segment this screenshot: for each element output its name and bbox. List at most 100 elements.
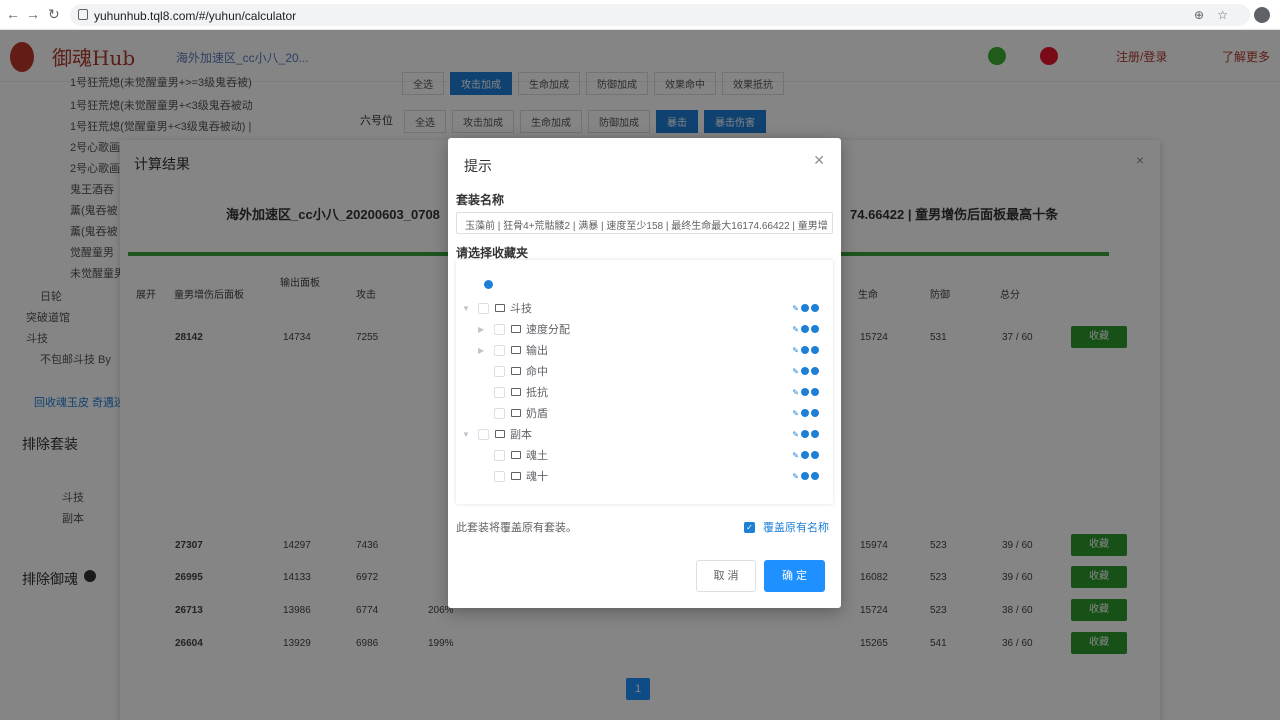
add-child-icon[interactable] xyxy=(801,346,809,354)
folder-icon xyxy=(495,430,505,438)
node-checkbox[interactable] xyxy=(494,344,505,356)
tree-node[interactable]: 抵抗 ✎ xyxy=(478,383,827,401)
zoom-icon[interactable]: ⊕ xyxy=(1194,8,1204,22)
add-child-icon[interactable] xyxy=(801,304,809,312)
browser-chrome: ← → ↻ yuhunhub.tql8.com/#/yuhun/calculat… xyxy=(0,0,1280,30)
edit-icon[interactable]: ✎ xyxy=(792,367,799,376)
node-actions: ✎ xyxy=(792,304,819,313)
reload-icon[interactable]: ↻ xyxy=(48,6,60,23)
remove-icon[interactable] xyxy=(811,388,819,396)
node-label: 输出 xyxy=(526,345,548,357)
node-label: 抵抗 xyxy=(526,387,548,399)
node-checkbox[interactable] xyxy=(494,386,505,398)
remove-icon[interactable] xyxy=(811,325,819,333)
url-text: yuhunhub.tql8.com/#/yuhun/calculator xyxy=(94,9,297,23)
checkmark-icon: ✓ xyxy=(744,521,755,533)
profile-avatar-icon[interactable] xyxy=(1254,7,1270,23)
tree-node[interactable]: ▼ 斗技 ✎ xyxy=(462,299,827,317)
remove-icon[interactable] xyxy=(811,409,819,417)
node-actions: ✎ xyxy=(792,346,819,355)
node-label: 魂十 xyxy=(526,471,548,483)
node-checkbox[interactable] xyxy=(494,407,505,419)
tree-node[interactable]: 奶盾 ✎ xyxy=(478,404,827,422)
folder-icon xyxy=(495,304,505,312)
tree-node[interactable]: 魂十 ✎ xyxy=(478,467,827,485)
overwrite-label: 覆盖原有名称 xyxy=(763,522,829,534)
set-name-input[interactable]: 玉藻前 | 狂骨4+荒骷髅2 | 满暴 | 速度至少158 | 最终生命最大16… xyxy=(456,212,833,234)
caret-down-icon[interactable]: ▼ xyxy=(462,304,472,313)
add-child-icon[interactable] xyxy=(801,451,809,459)
node-actions: ✎ xyxy=(792,409,819,418)
cancel-button[interactable]: 取 消 xyxy=(696,560,756,592)
caret-right-icon[interactable]: ▶ xyxy=(478,346,488,355)
node-actions: ✎ xyxy=(792,367,819,376)
folder-icon xyxy=(511,409,521,417)
node-checkbox[interactable] xyxy=(494,365,505,377)
overwrite-name-checkbox[interactable]: ✓ 覆盖原有名称 xyxy=(744,519,829,535)
bookmark-star-icon[interactable]: ☆ xyxy=(1217,8,1228,22)
node-actions: ✎ xyxy=(792,451,819,460)
node-label: 魂土 xyxy=(526,450,548,462)
edit-icon[interactable]: ✎ xyxy=(792,388,799,397)
node-checkbox[interactable] xyxy=(478,428,489,440)
remove-icon[interactable] xyxy=(811,430,819,438)
remove-icon[interactable] xyxy=(811,451,819,459)
overwrite-note: 此套装将覆盖原有套装。 xyxy=(456,522,577,534)
node-label: 奶盾 xyxy=(526,408,548,420)
dialog-title: 提示 xyxy=(464,158,492,174)
edit-icon[interactable]: ✎ xyxy=(792,430,799,439)
add-child-icon[interactable] xyxy=(801,367,809,375)
caret-down-icon[interactable]: ▼ xyxy=(462,430,472,439)
add-child-icon[interactable] xyxy=(801,472,809,480)
folder-icon xyxy=(511,451,521,459)
add-root-icon[interactable] xyxy=(484,280,493,289)
edit-icon[interactable]: ✎ xyxy=(792,409,799,418)
node-label: 速度分配 xyxy=(526,324,570,336)
add-child-icon[interactable] xyxy=(801,430,809,438)
remove-icon[interactable] xyxy=(811,367,819,375)
folder-icon xyxy=(511,388,521,396)
node-label: 斗技 xyxy=(510,303,532,315)
forward-icon[interactable]: → xyxy=(26,6,40,22)
folder-icon xyxy=(511,472,521,480)
node-actions: ✎ xyxy=(792,388,819,397)
edit-icon[interactable]: ✎ xyxy=(792,304,799,313)
set-name-label: 套装名称 xyxy=(456,193,505,207)
back-icon[interactable]: ← xyxy=(6,6,20,22)
caret-right-icon[interactable]: ▶ xyxy=(478,325,488,334)
tree-node[interactable]: ▶ 速度分配 ✎ xyxy=(478,320,827,338)
node-actions: ✎ xyxy=(792,325,819,334)
dialog-close-icon[interactable]: ✕ xyxy=(813,152,825,169)
save-dialog: 提示 ✕ 套装名称 玉藻前 | 狂骨4+荒骷髅2 | 满暴 | 速度至少158 … xyxy=(448,138,841,608)
node-checkbox[interactable] xyxy=(478,302,489,314)
lock-icon xyxy=(78,9,88,20)
add-child-icon[interactable] xyxy=(801,409,809,417)
node-actions: ✎ xyxy=(792,472,819,481)
tree-node[interactable]: 魂土 ✎ xyxy=(478,446,827,464)
folder-icon xyxy=(511,367,521,375)
node-label: 命中 xyxy=(526,366,548,378)
edit-icon[interactable]: ✎ xyxy=(792,346,799,355)
tree-node[interactable]: ▶ 输出 ✎ xyxy=(478,341,827,359)
add-child-icon[interactable] xyxy=(801,388,809,396)
folder-icon xyxy=(511,325,521,333)
node-checkbox[interactable] xyxy=(494,470,505,482)
edit-icon[interactable]: ✎ xyxy=(792,451,799,460)
node-checkbox[interactable] xyxy=(494,323,505,335)
folder-icon xyxy=(511,346,521,354)
edit-icon[interactable]: ✎ xyxy=(792,325,799,334)
remove-icon[interactable] xyxy=(811,346,819,354)
node-actions: ✎ xyxy=(792,430,819,439)
tree-node[interactable]: 命中 ✎ xyxy=(478,362,827,380)
tree-node[interactable]: ▼ 副本 ✎ xyxy=(462,425,827,443)
remove-icon[interactable] xyxy=(811,304,819,312)
node-checkbox[interactable] xyxy=(494,449,505,461)
node-label: 副本 xyxy=(510,429,532,441)
folder-label: 请选择收藏夹 xyxy=(456,246,529,260)
remove-icon[interactable] xyxy=(811,472,819,480)
add-child-icon[interactable] xyxy=(801,325,809,333)
confirm-button[interactable]: 确 定 xyxy=(764,560,825,592)
folder-tree: ▼ 斗技 ✎ ▶ 速度分配 ✎ ▶ 输出 ✎ 命中 ✎ 抵抗 ✎ 奶盾 ✎ ▼ 副本 ✎… xyxy=(456,260,833,504)
address-bar[interactable]: yuhunhub.tql8.com/#/yuhun/calculator ⊕ ☆ xyxy=(70,4,1250,26)
edit-icon[interactable]: ✎ xyxy=(792,472,799,481)
